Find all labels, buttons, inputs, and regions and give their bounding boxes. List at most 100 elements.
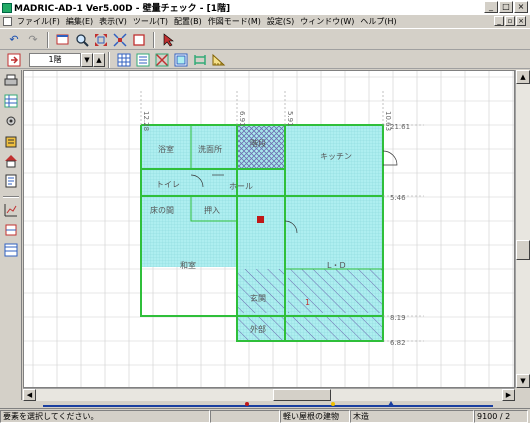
label-washroom: 洗面所 <box>198 144 222 154</box>
document-list-graphic <box>5 174 16 188</box>
floor-up-button[interactable]: ▲ <box>93 52 105 67</box>
status-empty <box>210 409 280 423</box>
label-stairs: 階段 <box>250 138 266 148</box>
select-window-icon[interactable] <box>55 32 71 48</box>
ld-hatch <box>288 269 383 313</box>
settings-icon[interactable] <box>3 114 19 130</box>
scroll-right-button[interactable]: ▶ <box>502 389 515 401</box>
rectangle-graphic <box>133 33 145 46</box>
label-oshiire: 押入 <box>204 205 220 215</box>
table-graphic <box>4 94 17 108</box>
dim-right-1: 21.61 <box>390 123 410 131</box>
chart-graphic <box>4 204 17 217</box>
main-toolbar: ↶ ↷ <box>0 30 530 50</box>
label-storage: 玄関 <box>250 293 266 303</box>
title-bar[interactable]: MADRIC-AD-1 Ver5.00D - 壁量チェック - [1階] _ □… <box>0 0 530 15</box>
zoom-out-icon[interactable] <box>112 32 128 48</box>
column-icon[interactable] <box>192 52 208 68</box>
dim-right-4: 6.82 <box>390 339 406 347</box>
brace-icon[interactable] <box>154 52 170 68</box>
minimize-button[interactable]: _ <box>484 1 498 13</box>
document-list-icon[interactable] <box>3 174 19 190</box>
frame-icon[interactable] <box>3 223 19 239</box>
dim-top-1: 12.28 <box>142 111 150 131</box>
redo-icon[interactable]: ↷ <box>25 32 41 48</box>
zoom-out-graphic <box>113 32 127 47</box>
left-toolbar <box>0 70 22 400</box>
app-icon <box>2 2 12 13</box>
doc-restore-button[interactable]: ▫ <box>505 16 515 26</box>
grid-icon[interactable] <box>116 52 132 68</box>
label-tokonoma: 床の間 <box>150 205 174 215</box>
vertical-scrollbar[interactable]: ▲ ▼ <box>515 70 530 388</box>
status-structure: 木造 <box>350 409 474 423</box>
dim-right-3: 8.19 <box>390 314 406 322</box>
table-icon[interactable] <box>3 94 19 110</box>
floor-down-button[interactable]: ▼ <box>81 52 93 67</box>
floor-switch-icon[interactable] <box>6 52 22 68</box>
scroll-down-button[interactable]: ▼ <box>516 374 530 388</box>
window-title: MADRIC-AD-1 Ver5.00D - 壁量チェック - [1階] <box>14 4 231 14</box>
doc-minimize-button[interactable]: _ <box>494 16 504 26</box>
floor-select-value[interactable]: 1階 <box>29 52 81 67</box>
status-bar: 要素を選択してください。 軽い屋根の建物 木造 9100 / 2 <box>0 408 530 423</box>
zoom-icon[interactable] <box>74 32 90 48</box>
label-hall: ホール <box>229 182 253 191</box>
label-ld: L・D <box>327 261 346 270</box>
menu-layout[interactable]: 配置(B) <box>172 16 206 27</box>
label-washitsu: 和室 <box>180 260 196 270</box>
label-kitchen: キッチン <box>320 152 352 161</box>
dim-right-2: 5.46 <box>390 194 406 202</box>
menu-file[interactable]: ファイル(F) <box>15 16 64 27</box>
center-of-gravity-marker[interactable] <box>257 216 264 223</box>
zoom-fit-graphic <box>95 33 107 46</box>
settings-graphic <box>6 116 15 126</box>
wall-check-graphic <box>174 53 188 66</box>
doc-close-button[interactable]: × <box>516 16 526 26</box>
wall-list-icon[interactable] <box>135 52 151 68</box>
zoom-fit-icon[interactable] <box>93 32 109 48</box>
chart-icon[interactable] <box>3 203 19 219</box>
drawing-canvas[interactable]: 浴室 洗面所 トイレ 階段 キッチン ホール 床の間 押入 和室 L・D 玄関 … <box>23 70 515 388</box>
left-toolbar-separator <box>2 196 19 198</box>
frame-graphic <box>5 224 16 236</box>
measure-icon[interactable] <box>211 52 227 68</box>
print-icon[interactable] <box>3 74 19 90</box>
menu-settings[interactable]: 設定(S) <box>265 16 298 27</box>
toolbar-separator <box>108 51 110 68</box>
menu-window[interactable]: ウィンドウ(W) <box>298 16 358 27</box>
grid-graphic <box>117 53 131 66</box>
house-graphic <box>4 155 17 168</box>
toolbar-separator <box>47 31 49 48</box>
horizontal-scroll-thumb[interactable] <box>273 389 331 401</box>
menu-bar: ファイル(F) 編集(E) 表示(V) ツール(T) 配置(B) 作図モード(M… <box>0 15 530 29</box>
floor-selector[interactable]: 1階 ▼ ▲ <box>29 52 105 67</box>
undo-icon[interactable]: ↶ <box>6 32 22 48</box>
floor-switch-graphic <box>7 53 21 66</box>
maximize-button[interactable]: □ <box>499 1 513 13</box>
rectangle-icon[interactable] <box>131 32 147 48</box>
wall-check-icon[interactable] <box>173 52 189 68</box>
house-icon[interactable] <box>3 154 19 170</box>
menu-help[interactable]: ヘルプ(H) <box>358 16 400 27</box>
label-wc: トイレ <box>156 180 180 189</box>
scroll-up-button[interactable]: ▲ <box>516 70 530 84</box>
document-icon[interactable] <box>3 17 12 26</box>
status-roof-type: 軽い屋根の建物 <box>280 409 350 423</box>
close-button[interactable]: × <box>514 1 528 13</box>
menu-draw-mode[interactable]: 作図モード(M) <box>206 16 265 27</box>
vertical-scroll-thumb[interactable] <box>516 240 530 260</box>
pointer-graphic <box>163 32 174 46</box>
floor-plan-svg[interactable]: 浴室 洗面所 トイレ 階段 キッチン ホール 床の間 押入 和室 L・D 玄関 … <box>24 71 515 388</box>
horizontal-scrollbar[interactable]: ◀ ▶ <box>23 388 515 401</box>
menu-tools[interactable]: ツール(T) <box>131 16 172 27</box>
building-icon[interactable] <box>3 134 19 150</box>
floor-toolbar: 1階 ▼ ▲ <box>0 51 530 69</box>
menu-view[interactable]: 表示(V) <box>97 16 131 27</box>
scroll-left-button[interactable]: ◀ <box>23 389 36 401</box>
layers-icon[interactable] <box>3 243 19 259</box>
menu-edit[interactable]: 編集(E) <box>64 16 97 27</box>
pointer-icon[interactable] <box>161 32 177 48</box>
storage-hatch <box>237 269 285 313</box>
status-message: 要素を選択してください。 <box>0 409 210 423</box>
